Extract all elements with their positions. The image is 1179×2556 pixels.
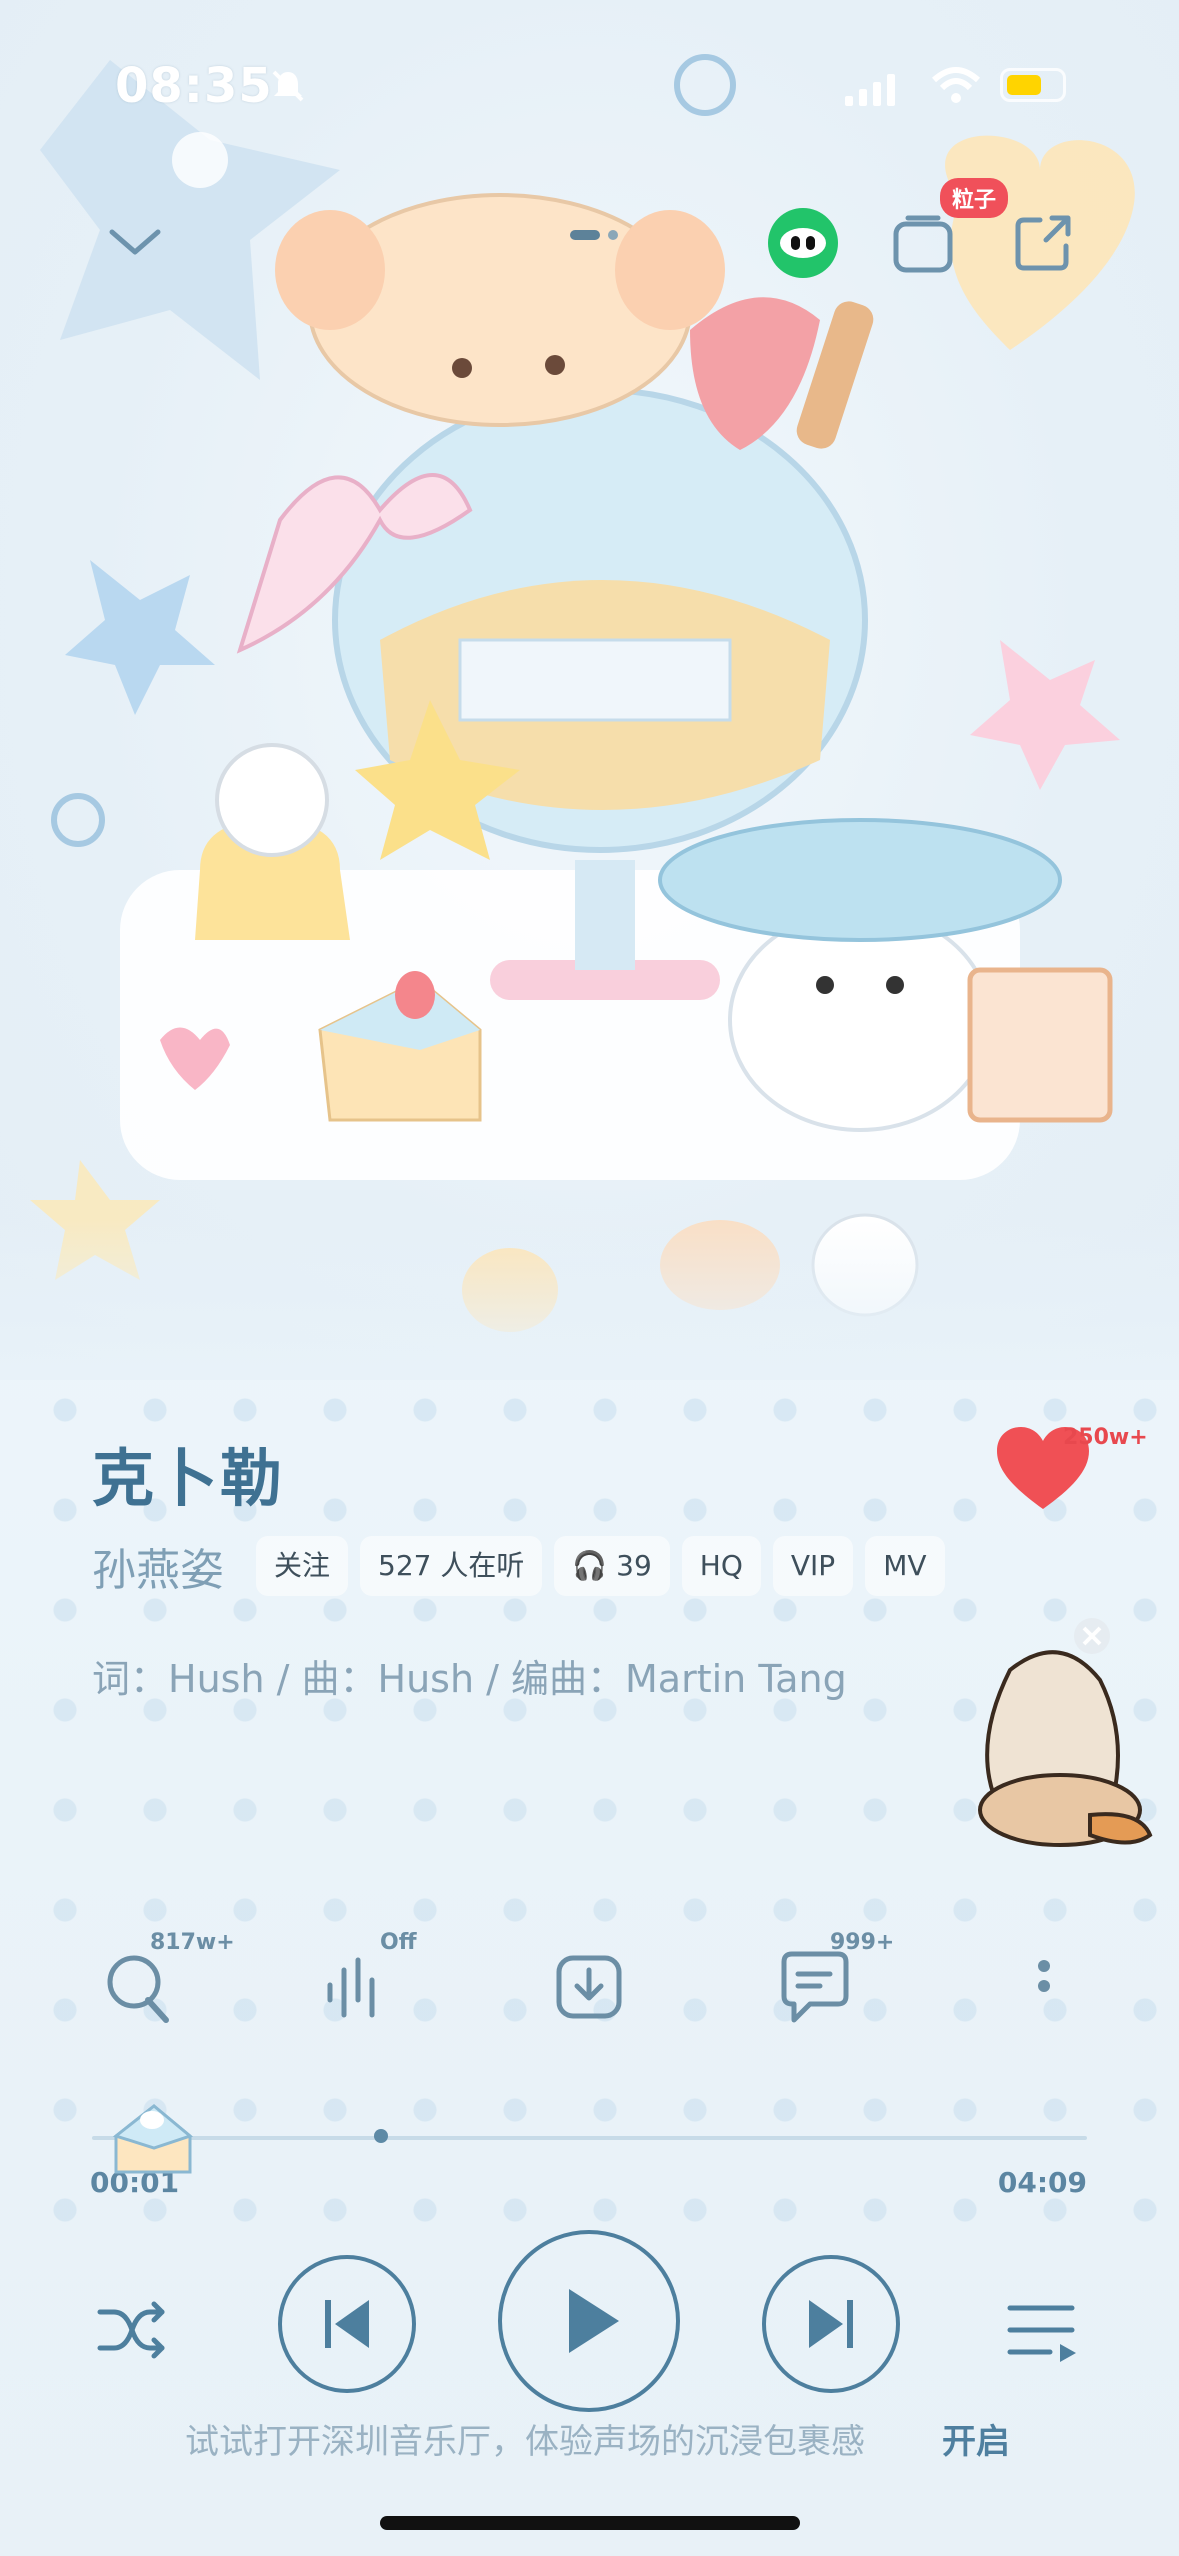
shuffle-icon[interactable] xyxy=(92,2290,172,2370)
action-row: 817w+ Off 999+ xyxy=(0,1930,1179,2030)
song-title: 克卜勒 xyxy=(92,1442,285,1515)
chevron-down-icon[interactable] xyxy=(100,210,170,270)
transport-controls xyxy=(0,2230,1179,2430)
follow-button[interactable]: 关注 xyxy=(256,1536,349,1596)
headphones-icon: 🎧 xyxy=(572,1549,608,1582)
switch-view-icon[interactable] xyxy=(890,210,956,280)
search-count: 817w+ xyxy=(150,1930,235,1955)
status-time: 08:35 xyxy=(115,58,273,114)
share-icon[interactable] xyxy=(1010,210,1076,276)
battery-icon xyxy=(1000,68,1066,102)
hint-text: 试试打开深圳音乐厅，体验声场的沉浸包裹感 xyxy=(185,2422,865,2462)
progress-bar[interactable] xyxy=(92,2129,1087,2143)
quality-chip[interactable]: HQ xyxy=(681,1536,761,1596)
progress-knob[interactable] xyxy=(373,2129,388,2143)
status-bar: 08:35 xyxy=(0,58,1179,118)
previous-button[interactable] xyxy=(278,2255,416,2393)
puppy-character xyxy=(728,908,992,1132)
player-top-bar: 粒子 xyxy=(0,178,1179,290)
listen-count-chip[interactable]: 🎧 39 xyxy=(554,1536,670,1596)
vip-chip[interactable]: VIP xyxy=(772,1536,854,1596)
cake-sticker-icon xyxy=(112,2104,194,2174)
hint-open-button[interactable]: 开启 xyxy=(942,2414,1010,2463)
play-button[interactable] xyxy=(498,2230,680,2412)
download-icon[interactable] xyxy=(545,1940,635,2030)
artist-name[interactable]: 孙燕姿 xyxy=(92,1534,224,1598)
previous-icon xyxy=(325,2300,369,2348)
mv-chip[interactable]: MV xyxy=(865,1536,945,1596)
listeners-chip[interactable]: 527 人在听 xyxy=(360,1536,543,1596)
comment-count: 999+ xyxy=(830,1930,895,1955)
next-icon xyxy=(809,2300,853,2348)
play-icon xyxy=(569,2289,619,2353)
signal-icon xyxy=(845,70,895,106)
sound-effect-status: Off xyxy=(380,1930,417,1955)
song-meta-row: 孙燕姿 关注 527 人在听 🎧 39 HQ VIP MV xyxy=(92,1530,945,1602)
next-button[interactable] xyxy=(762,2255,900,2393)
page-indicator xyxy=(570,230,618,240)
playlist-icon[interactable] xyxy=(1002,2290,1082,2370)
more-icon[interactable] xyxy=(1000,1940,1090,2030)
wifi-icon xyxy=(931,67,981,103)
listen-together-icon[interactable] xyxy=(768,208,838,278)
listen-count: 39 xyxy=(616,1549,652,1582)
particles-badge: 粒子 xyxy=(940,178,1009,218)
song-credits: 词：Hush / 曲：Hush / 编曲：Martin Tang xyxy=(92,1657,847,1701)
like-count: 250w+ xyxy=(1063,1425,1148,1450)
egg-cat-sticker[interactable] xyxy=(950,1610,1160,1870)
bell-slash-icon xyxy=(272,70,304,102)
total-time: 04:09 xyxy=(997,2166,1087,2199)
home-indicator xyxy=(380,2516,800,2530)
